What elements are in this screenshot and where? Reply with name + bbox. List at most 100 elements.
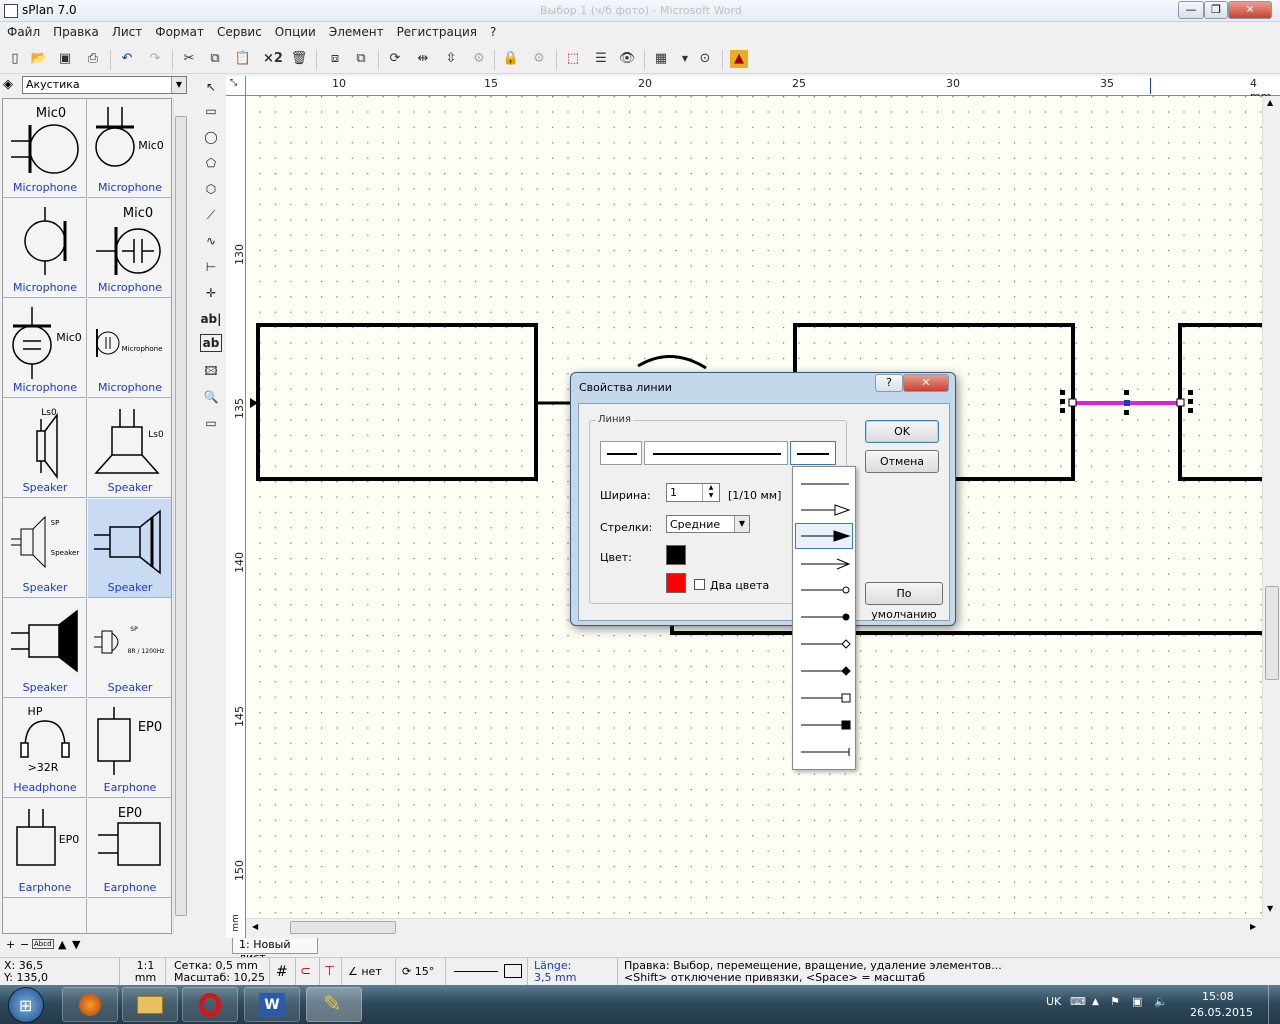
mirror-v-icon[interactable]: ⇳ [442, 50, 460, 68]
bring-front-icon[interactable]: ⧈ [326, 50, 344, 68]
start-style-picker[interactable] [600, 441, 642, 465]
arrow-option-bar[interactable] [795, 739, 853, 765]
grid-icon[interactable]: ▦ [652, 50, 670, 68]
library-item-microphone-5[interactable]: Mic0 Microphone [3, 299, 87, 398]
library-select[interactable]: Акустика ▼ [22, 76, 187, 94]
open-folder-icon[interactable]: 📂 [30, 50, 48, 68]
library-item-speaker-3[interactable]: SP Speaker Speaker [3, 499, 87, 598]
clock-date[interactable]: 26.05.2015 [1190, 1006, 1253, 1019]
menu-help[interactable]: ? [483, 22, 502, 39]
add-icon[interactable]: + [6, 938, 15, 951]
list-icon[interactable]: ☰ [592, 50, 610, 68]
polygon-tool-icon[interactable]: ⬠ [200, 152, 222, 174]
copy-icon[interactable]: ⧉ [206, 50, 224, 68]
library-item-earphone-1[interactable]: EP0 Earphone [88, 699, 171, 798]
close-button[interactable]: ✕ [1228, 1, 1272, 19]
ok-button[interactable]: OK [865, 420, 939, 443]
clock-time[interactable]: 15:08 [1202, 990, 1234, 1003]
remove-icon[interactable]: − [20, 938, 29, 951]
menu-options[interactable]: Опции [268, 22, 322, 39]
menu-edit[interactable]: Правка [46, 22, 105, 39]
duplicate-x2-icon[interactable]: ×2 [262, 50, 284, 68]
network-icon[interactable]: ▣ [1132, 995, 1142, 1008]
cancel-button[interactable]: Отмена [865, 450, 939, 473]
volume-icon[interactable]: 🔈 [1154, 995, 1168, 1008]
rotation-step[interactable]: ⟳ 15° [398, 958, 446, 986]
measure-tool-icon[interactable]: ▭ [200, 412, 222, 434]
abbr-icon[interactable]: Abcd [32, 939, 54, 949]
junction-tool-icon[interactable]: ✛ [200, 282, 222, 304]
line-pattern-picker[interactable] [644, 441, 788, 465]
arrow-option-none[interactable] [795, 471, 853, 497]
library-item-speaker-1[interactable]: Ls0 Speaker [3, 399, 87, 498]
dialog-help-button[interactable]: ? [875, 374, 903, 392]
bezier-tool-icon[interactable]: ∿ [200, 230, 222, 252]
taskbar-word[interactable]: W [244, 987, 300, 1022]
pcb-export-icon[interactable]: ▲ [730, 50, 748, 68]
primary-color-swatch[interactable] [666, 545, 686, 565]
grid-toggle-icon[interactable]: # [272, 958, 296, 986]
rotate-icon[interactable]: ⟳ [386, 50, 404, 68]
taskbar-splan[interactable]: ✎ [306, 987, 362, 1022]
width-spinner[interactable]: ▲ ▼ [702, 484, 719, 501]
library-item-speaker-2[interactable]: Ls0 Speaker [88, 399, 171, 498]
arrow-option-open-diamond[interactable] [795, 631, 853, 657]
library-item-earphone-3[interactable]: EP0 Earphone [88, 799, 171, 898]
cut-icon[interactable]: ✂ [180, 50, 198, 68]
arrow-option-filled-square[interactable] [795, 712, 853, 738]
library-item-microphone-1[interactable]: Mic0 Microphone [3, 99, 87, 198]
move-down-icon[interactable]: ▼ [72, 938, 80, 951]
library-item-headphone[interactable]: HP >32R Headphone [3, 699, 87, 798]
chevron-down-icon[interactable]: ▼ [171, 77, 186, 93]
canvas-vertical-scrollbar[interactable]: ▲ ▼ [1262, 96, 1280, 918]
library-item-earphone-2[interactable]: EP0 Earphone [3, 799, 87, 898]
hscroll-thumb[interactable] [290, 921, 396, 934]
snap-icon[interactable]: ⬚ [564, 50, 582, 68]
flag-icon[interactable]: ⚑ [1110, 995, 1120, 1008]
pin-icon[interactable]: ⊤ [320, 958, 342, 986]
taskbar-explorer[interactable] [122, 987, 178, 1022]
chevron-down-icon[interactable]: ▼ [734, 516, 749, 532]
zoom-tool-icon[interactable]: 🔍 [200, 386, 222, 408]
show-desktop-button[interactable] [1268, 985, 1280, 1024]
language-indicator[interactable]: UK [1046, 995, 1061, 1008]
maximize-button[interactable]: ❐ [1204, 1, 1228, 19]
sheet-tab[interactable]: 1: Новый лист [232, 938, 318, 964]
library-item-microphone-4[interactable]: Mic0 Microphone [88, 199, 171, 298]
library-item-speaker-4[interactable]: Speaker [88, 499, 171, 598]
ellipse-tool-icon[interactable]: ◯ [200, 126, 222, 148]
canvas-horizontal-scrollbar[interactable]: ◀ ▶ [246, 918, 1262, 936]
grid-dropdown-icon[interactable]: ▼ [676, 50, 694, 68]
library-item-speaker-6[interactable]: SP 8R / 1200Hz Speaker [88, 599, 171, 698]
angle-mode[interactable]: ∠ нет [344, 958, 396, 986]
vscroll-thumb[interactable] [1265, 586, 1279, 680]
paste-icon[interactable]: 📋 [234, 50, 252, 68]
snap-magnet-icon[interactable]: ⊂ [296, 958, 320, 986]
library-scroll-thumb[interactable] [175, 116, 187, 916]
arrow-option-filled-arrow[interactable] [795, 523, 853, 549]
taskbar-firefox[interactable] [62, 987, 118, 1022]
menu-registration[interactable]: Регистрация [390, 22, 483, 39]
line-tool-icon[interactable]: ⟋ [200, 204, 222, 226]
pointer-tool-icon[interactable]: ↖ [200, 76, 222, 98]
arrow-option-open-arrow[interactable] [795, 497, 853, 523]
menu-file[interactable]: Файл [0, 22, 46, 39]
arrow-option-open-square[interactable] [795, 685, 853, 711]
send-back-icon[interactable]: ⧉ [352, 50, 370, 68]
menu-service[interactable]: Сервис [210, 22, 268, 39]
lock-icon[interactable]: 🔒 [502, 50, 520, 68]
arrow-option-line-arrow[interactable] [795, 551, 853, 577]
minimize-button[interactable]: — [1178, 1, 1204, 19]
textbox-tool-icon[interactable]: ab [200, 334, 222, 352]
two-colors-checkbox[interactable] [694, 579, 705, 590]
new-file-icon[interactable]: ▯ [6, 50, 24, 68]
arrow-option-filled-circle[interactable] [795, 604, 853, 630]
end-style-picker[interactable] [790, 441, 836, 465]
group-icon[interactable]: ⚙ [470, 50, 488, 68]
image-tool-icon[interactable]: 🖾 [200, 360, 222, 382]
taskbar-opera[interactable] [182, 987, 238, 1022]
menu-format[interactable]: Формат [148, 22, 210, 39]
default-button[interactable]: По умолчанию [865, 582, 943, 621]
dialog-close-button[interactable]: ✕ [903, 374, 949, 392]
arrow-option-open-circle[interactable] [795, 577, 853, 603]
